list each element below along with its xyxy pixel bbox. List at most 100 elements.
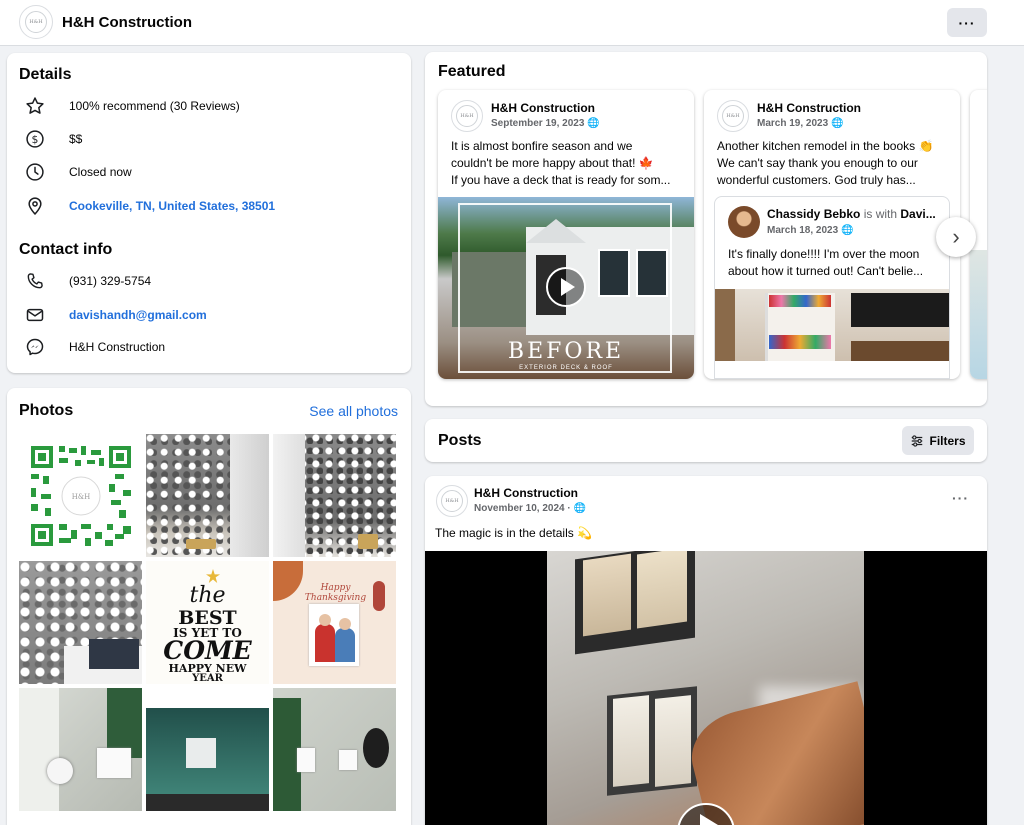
- chevron-right-icon: ›: [952, 224, 960, 249]
- featured-post-line-1: Another kitchen remodel in the books 👏: [717, 139, 934, 153]
- featured-post-date[interactable]: September 19, 2023 🌐: [491, 118, 600, 129]
- video-frame: [547, 551, 864, 825]
- post-card: H&H H&H Construction November 10, 2024 ·…: [425, 476, 987, 825]
- contact-info-title: Contact info: [19, 241, 113, 258]
- featured-post-text: Another kitchen remodel in the books 👏 W…: [717, 138, 949, 189]
- globe-icon: 🌐: [830, 118, 844, 129]
- featured-post-line-3: wonderful customers. God truly has...: [717, 173, 916, 187]
- shared-post-line-1: It's finally done!!!! I'm over the moon: [728, 247, 920, 261]
- featured-post-line-1: It is almost bonfire season and we: [451, 139, 633, 153]
- post-text: The magic is in the details 💫: [435, 526, 593, 540]
- featured-post-author[interactable]: H&H Construction: [757, 101, 861, 115]
- filters-button[interactable]: Filters: [902, 426, 974, 455]
- globe-icon: 🌐: [573, 503, 586, 514]
- featured-post-author[interactable]: H&H Construction: [491, 101, 595, 115]
- price-row: $ $$: [25, 129, 82, 149]
- photo-qr-code[interactable]: H&H: [19, 434, 142, 557]
- filter-sliders-icon: [912, 434, 923, 447]
- page-logo: H&H: [456, 105, 478, 127]
- photo-thanksgiving-graphic[interactable]: Happy Thanksgiving: [273, 561, 396, 684]
- recommend-row: 100% recommend (30 Reviews): [25, 96, 240, 116]
- featured-post-date-text: September 19, 2023: [491, 118, 585, 129]
- more-dots-icon: ···: [952, 490, 969, 506]
- messenger-text[interactable]: H&H Construction: [69, 340, 165, 354]
- dollar-icon: $: [25, 129, 45, 149]
- globe-icon: 🌐: [840, 225, 854, 236]
- featured-title: Featured: [438, 63, 506, 80]
- family-photo-frame: [309, 604, 359, 666]
- photo-bathroom-wallpaper-2[interactable]: [273, 434, 396, 557]
- photo-shower-render[interactable]: [146, 708, 269, 811]
- new-year-line-6: YEAR: [192, 673, 223, 684]
- featured-video-thumbnail[interactable]: BEFORE EXTERIOR DECK & ROOF: [438, 197, 694, 379]
- post-avatar[interactable]: H&H: [436, 485, 468, 517]
- featured-post-1[interactable]: H&H H&H Construction September 19, 2023 …: [438, 90, 694, 379]
- featured-post-avatar[interactable]: H&H: [717, 100, 749, 132]
- new-year-line-4: COME: [163, 636, 252, 665]
- page-logo: H&H: [722, 105, 744, 127]
- posts-title: Posts: [438, 432, 482, 449]
- clock-icon: [25, 162, 45, 182]
- phone-text: (931) 329-5754: [69, 274, 152, 288]
- post-video[interactable]: [425, 551, 987, 825]
- details-title: Details: [19, 66, 72, 83]
- recommend-text: 100% recommend (30 Reviews): [69, 99, 240, 113]
- photo-bathroom-wallpaper-1[interactable]: [146, 434, 269, 557]
- hours-text: Closed now: [69, 165, 132, 179]
- more-dots-icon: ···: [958, 14, 976, 31]
- shared-post-with: is with: [860, 207, 901, 221]
- featured-next-button[interactable]: ›: [936, 217, 976, 257]
- shared-post-tagged[interactable]: Davi...: [900, 207, 935, 221]
- email-link[interactable]: davishandh@gmail.com: [69, 308, 207, 322]
- featured-post-text: It is almost bonfire season and we could…: [451, 138, 683, 189]
- featured-post-2[interactable]: H&H H&H Construction March 19, 2023 🌐 An…: [704, 90, 960, 379]
- page-logo: H&H: [441, 490, 463, 512]
- before-overlay-subtitle: EXTERIOR DECK & ROOF: [519, 365, 613, 371]
- featured-post-date[interactable]: March 19, 2023 🌐: [757, 118, 843, 129]
- see-all-photos-link[interactable]: See all photos: [309, 403, 398, 419]
- play-icon: [699, 814, 718, 825]
- location-pin-icon: [25, 196, 45, 216]
- photos-card: Photos See all photos H&H the BEST IS YE…: [7, 388, 411, 825]
- post-author[interactable]: H&H Construction: [474, 486, 578, 500]
- shared-post-date-text: March 18, 2023: [767, 225, 839, 236]
- post-date-text: November 10, 2024 ·: [474, 503, 571, 514]
- featured-post-line-2: We can't say thank you enough to our: [717, 156, 918, 170]
- svg-text:H&H: H&H: [72, 493, 90, 501]
- page-avatar[interactable]: H&H: [19, 5, 53, 39]
- messenger-icon: [25, 337, 45, 357]
- photo-bathroom-render-1[interactable]: [19, 688, 142, 811]
- post-more-options-button[interactable]: ···: [952, 490, 969, 506]
- shared-post-avatar[interactable]: [728, 206, 760, 238]
- shared-post[interactable]: Chassidy Bebko is with Davi... March 18,…: [714, 196, 950, 379]
- play-button-icon[interactable]: [546, 267, 586, 307]
- details-card: Details 100% recommend (30 Reviews) $ $$…: [7, 53, 411, 373]
- phone-icon: [25, 271, 45, 291]
- svg-text:$: $: [32, 133, 39, 146]
- qr-code-image: H&H: [31, 446, 131, 546]
- featured-post-date-text: March 19, 2023: [757, 118, 829, 129]
- post-date[interactable]: November 10, 2024 · 🌐: [474, 503, 586, 514]
- shared-post-date[interactable]: March 18, 2023 🌐: [767, 225, 853, 236]
- featured-post-avatar[interactable]: H&H: [451, 100, 483, 132]
- location-row: Cookeville, TN, United States, 38501: [25, 196, 275, 216]
- more-options-button[interactable]: ···: [947, 8, 987, 37]
- hours-row: Closed now: [25, 162, 132, 182]
- new-year-line-1: the: [189, 583, 226, 608]
- thanksgiving-text: Happy Thanksgiving: [304, 583, 367, 603]
- filters-label: Filters: [929, 433, 966, 448]
- price-text: $$: [69, 132, 83, 146]
- kitchen-photo[interactable]: [715, 289, 949, 361]
- photo-bathroom-vanity[interactable]: [19, 561, 142, 684]
- page-title[interactable]: H&H Construction: [62, 14, 192, 31]
- globe-icon: 🌐: [587, 118, 600, 129]
- location-link[interactable]: Cookeville, TN, United States, 38501: [69, 199, 275, 213]
- photo-bathroom-render-2[interactable]: [273, 688, 396, 811]
- featured-post-line-2: couldn't be more happy about that! 🍁: [451, 156, 654, 170]
- phone-row: (931) 329-5754: [25, 271, 151, 291]
- shared-post-author[interactable]: Chassidy Bebko: [767, 207, 860, 221]
- before-overlay-title: BEFORE: [507, 339, 625, 364]
- page-logo: H&H: [25, 11, 47, 33]
- shared-post-author-line: Chassidy Bebko is with Davi...: [767, 207, 936, 221]
- photo-new-year-graphic[interactable]: the BEST IS YET TO COME HAPPY NEW YEAR: [146, 561, 269, 684]
